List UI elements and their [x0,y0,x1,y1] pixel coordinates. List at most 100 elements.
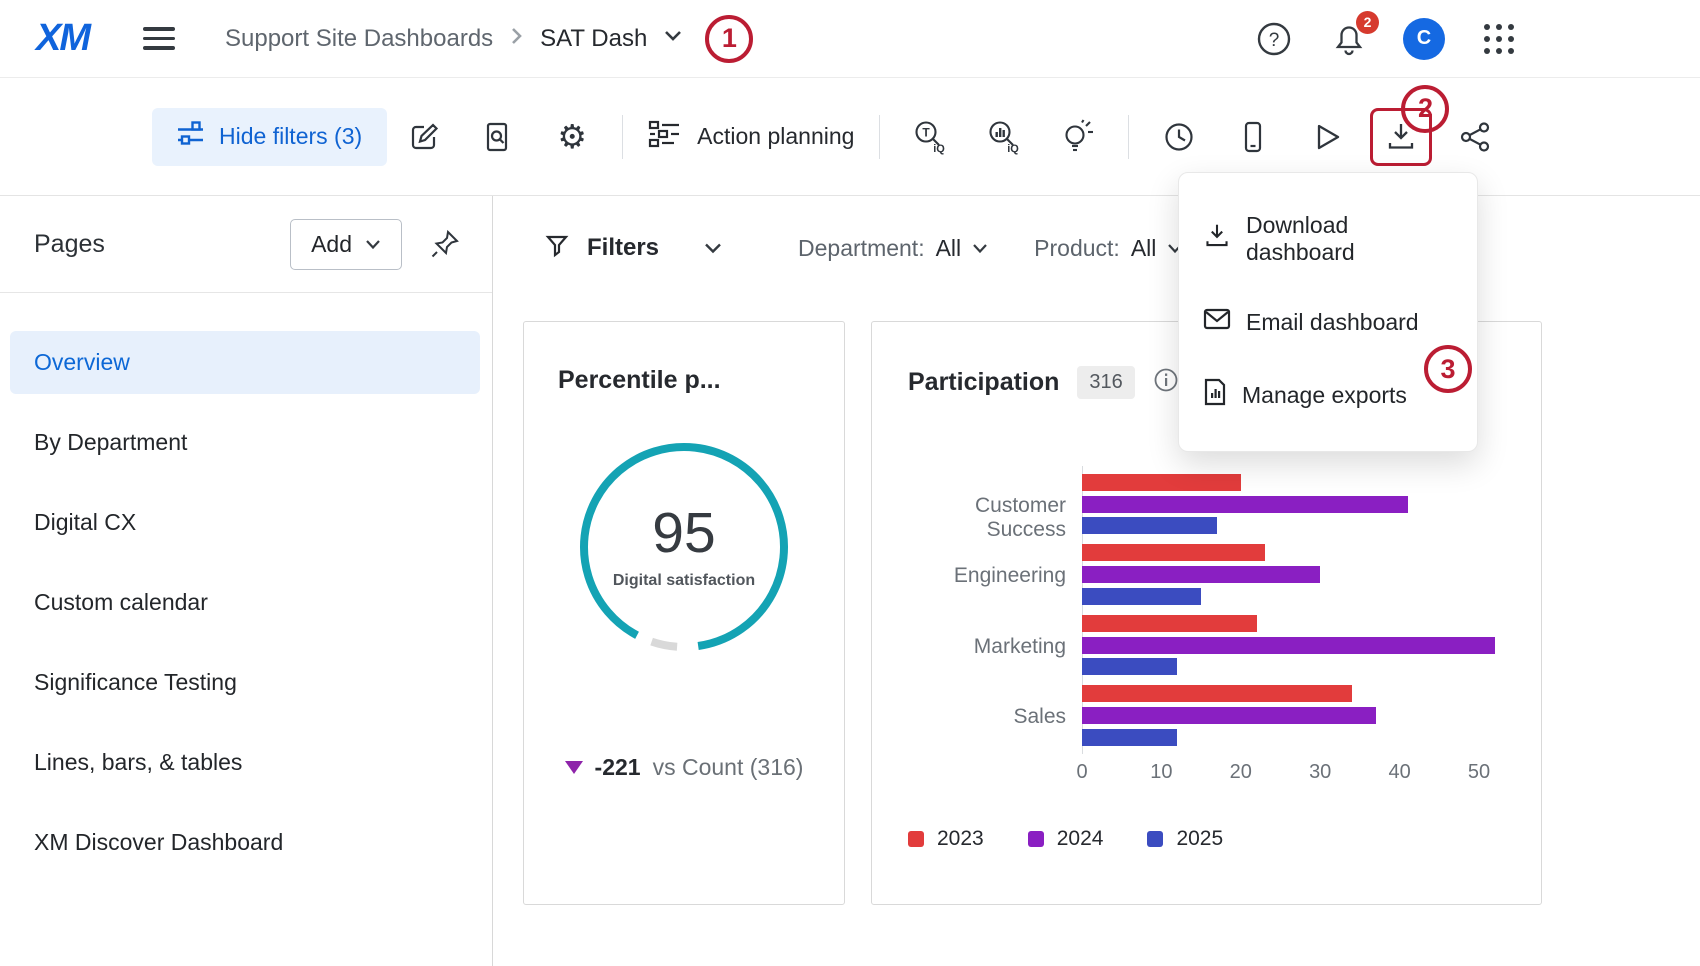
export-download-button[interactable]: 2 [1370,108,1432,166]
bar-2025-engineering[interactable] [1082,588,1201,605]
legend-item-2025[interactable]: 2025 [1147,827,1223,851]
chevron-right-icon [509,26,524,51]
account-avatar[interactable]: C [1403,18,1445,60]
mobile-view-button[interactable] [1225,109,1281,165]
sidebar-item-significance-testing[interactable]: Significance Testing [10,651,480,714]
product-filter-value: All [1131,235,1157,262]
breadcrumb-current[interactable]: SAT Dash [540,25,647,53]
filters-bar: Filters Department: All Product: All [493,196,1700,300]
x-tick-label: 50 [1468,761,1490,784]
sidebar-item-custom-calendar[interactable]: Custom calendar [10,571,480,634]
filters-toggle[interactable]: Filters [545,234,723,263]
chevron-down-icon[interactable] [663,29,683,48]
settings-gear-button[interactable]: ⚙ [544,109,600,165]
annotation-step-3: 3 [1424,345,1472,393]
schedule-clock-button[interactable] [1151,109,1207,165]
delta-value: -221 [595,754,641,781]
toolbar-divider [622,115,623,159]
x-tick-label: 30 [1309,761,1331,784]
count-badge: 316 [1077,366,1134,399]
x-tick-label: 10 [1150,761,1172,784]
edit-dashboard-button[interactable] [396,109,452,165]
gear-icon: ⚙ [557,120,587,153]
filters-slider-icon [177,121,204,153]
bar-2025-marketing[interactable] [1082,658,1177,675]
sidebar-item-by-department[interactable]: By Department [10,411,480,474]
app-window: XM Support Site Dashboards SAT Dash 1 ? [0,0,1700,966]
participation-legend: 2023 2024 2025 [908,827,1223,851]
participation-chart: Customer SuccessEngineeringMarketingSale… [908,462,1520,792]
x-tick-label: 20 [1230,761,1252,784]
menu-item-label: Email dashboard [1246,309,1419,336]
legend-item-2023[interactable]: 2023 [908,827,984,851]
sidebar-item-lines-bars-tables[interactable]: Lines, bars, & tables [10,731,480,794]
department-filter[interactable]: Department: All [798,235,988,262]
add-page-button[interactable]: Add [290,219,402,270]
menu-item-label: Manage exports [1242,382,1407,409]
widget-title: Percentile p... [558,366,810,395]
delta-down-icon [565,761,583,774]
sidebar-item-xm-discover-dashboard[interactable]: XM Discover Dashboard [10,811,480,874]
bar-2023-marketing[interactable] [1082,615,1257,632]
gauge-comparison: -221 vs Count (316) [524,754,844,781]
page-preview-button[interactable] [470,109,526,165]
help-button[interactable]: ? [1253,18,1295,60]
annotation-step-1: 1 [705,15,753,63]
bar-2023-sales[interactable] [1082,685,1352,702]
department-filter-label: Department: [798,235,925,262]
bar-2025-customer-success[interactable] [1082,517,1217,534]
bar-2024-customer-success[interactable] [1082,496,1408,513]
text-iq-button[interactable]: T iQ [902,109,958,165]
toolbar-divider [1128,115,1129,159]
category-label: Engineering [908,564,1066,588]
email-icon [1203,308,1231,336]
pages-list: Overview By Department Digital CX Custom… [0,293,492,874]
widgets-row: Percentile p... 95 Digital satisfaction … [493,321,1700,905]
info-icon[interactable] [1153,367,1179,398]
legend-label: 2024 [1057,827,1104,851]
notification-badge: 2 [1356,11,1379,34]
breadcrumb: Support Site Dashboards SAT Dash [225,25,683,53]
category-label: Marketing [908,635,1066,659]
stats-iq-button[interactable]: iQ [976,109,1032,165]
bar-2023-engineering[interactable] [1082,544,1265,561]
play-presentation-button[interactable] [1299,109,1355,165]
gauge-center: 95 Digital satisfaction [574,437,794,657]
percentile-widget[interactable]: Percentile p... 95 Digital satisfaction … [523,321,845,905]
menu-item-email-dashboard[interactable]: Email dashboard [1179,287,1477,357]
product-filter-label: Product: [1034,235,1120,262]
toolbar-divider [879,115,880,159]
bar-2025-sales[interactable] [1082,729,1177,746]
bar-2024-marketing[interactable] [1082,637,1495,654]
hide-filters-button[interactable]: Hide filters (3) [152,108,387,166]
document-chart-icon [1203,378,1227,412]
sidebar-item-overview[interactable]: Overview [10,331,480,394]
share-button[interactable] [1447,109,1503,165]
legend-swatch [1028,831,1044,847]
action-planning-button[interactable]: Action planning [648,119,854,155]
sidebar-item-digital-cx[interactable]: Digital CX [10,491,480,554]
delta-comparison: vs Count (316) [653,754,804,781]
product-filter[interactable]: Product: All [1034,235,1183,262]
hamburger-menu-icon[interactable] [143,27,175,50]
bar-2024-engineering[interactable] [1082,566,1320,583]
menu-item-download-dashboard[interactable]: Download dashboard [1179,191,1477,287]
unpin-sidebar-button[interactable] [430,229,460,259]
menu-item-label: Download dashboard [1246,212,1453,266]
category-label: Sales [908,705,1066,729]
pages-sidebar: Pages Add Overview By Department Digital… [0,196,493,966]
gauge-value: 95 [652,505,715,562]
legend-swatch [908,831,924,847]
legend-item-2024[interactable]: 2024 [1028,827,1104,851]
ideas-lightbulb-button[interactable] [1050,109,1106,165]
bar-2023-customer-success[interactable] [1082,474,1241,491]
legend-label: 2023 [937,827,984,851]
notifications-button[interactable]: 2 [1328,18,1370,60]
widget-title: Participation [908,368,1059,397]
breadcrumb-root[interactable]: Support Site Dashboards [225,25,493,53]
action-planning-icon [648,119,682,155]
dashboard-main: Filters Department: All Product: All Per… [493,196,1700,966]
apps-grid-icon[interactable] [1478,18,1520,60]
bar-2024-sales[interactable] [1082,707,1376,724]
add-button-label: Add [311,231,352,258]
